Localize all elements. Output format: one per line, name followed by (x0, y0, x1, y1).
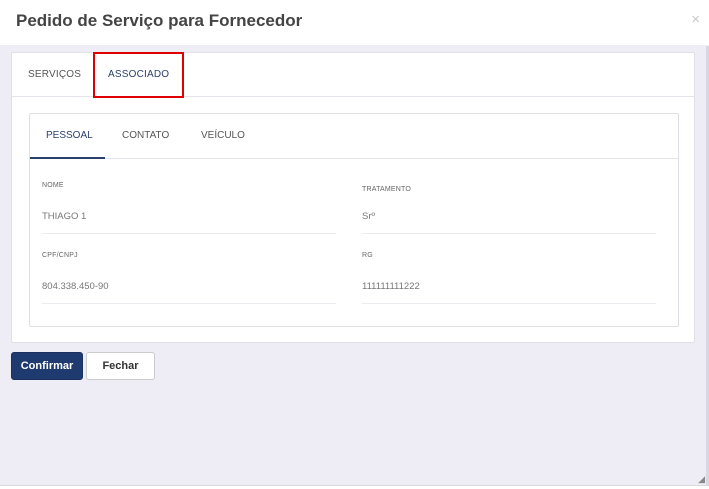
main-tabbar: SERVIÇOS ASSOCIADO (12, 52, 694, 98)
subtab-pessoal[interactable]: PESSOAL (46, 130, 93, 141)
nome-underline (42, 233, 336, 234)
confirm-button[interactable]: Confirmar (11, 352, 83, 380)
rg-field[interactable]: 111111111222 (362, 281, 420, 292)
subtab-contato[interactable]: CONTATO (122, 130, 169, 141)
modal-header: Pedido de Serviço para Fornecedor × (0, 0, 709, 46)
nome-label: NOME (42, 182, 64, 189)
tab-card: SERVIÇOS ASSOCIADO PESSOAL CONTATO VEÍCU… (11, 52, 695, 343)
tratamento-label: TRATAMENTO (362, 186, 412, 193)
rg-underline (362, 303, 656, 304)
close-icon[interactable]: × (691, 11, 700, 29)
subtab-veiculo[interactable]: VEÍCULO (201, 130, 245, 141)
tab-servicos[interactable]: SERVIÇOS (28, 69, 81, 80)
modal-title: Pedido de Serviço para Fornecedor (16, 11, 303, 30)
tratamento-underline (362, 233, 656, 234)
sub-tabbar: PESSOAL CONTATO VEÍCULO (30, 114, 678, 159)
active-tab-indicator (30, 157, 105, 159)
resize-handle-icon[interactable]: ◢ (698, 474, 705, 485)
close-button[interactable]: Fechar (86, 352, 155, 380)
cpf-cnpj-field[interactable]: 804.338.450-90 (42, 281, 109, 292)
nome-field[interactable]: THIAGO 1 (42, 211, 86, 222)
bottom-border (0, 485, 709, 489)
tab-associado[interactable]: ASSOCIADO (108, 69, 169, 80)
cpf-cnpj-label: CPF/CNPJ (42, 252, 78, 259)
cpf-cnpj-underline (42, 303, 336, 304)
rg-label: RG (362, 252, 373, 259)
associado-panel: PESSOAL CONTATO VEÍCULO NOME THIAGO 1 TR… (29, 113, 679, 327)
tratamento-field[interactable]: Srº (362, 211, 375, 222)
